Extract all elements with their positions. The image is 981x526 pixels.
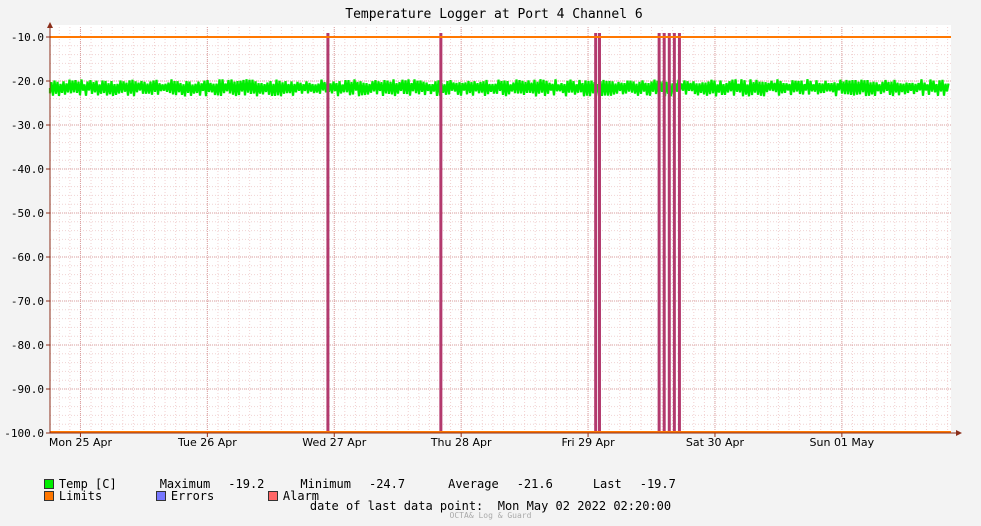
alarm-bar (594, 33, 598, 433)
y-tick-label: -80.0 (11, 339, 44, 352)
credit-text: OCTA& Log & Guard (449, 511, 532, 520)
alarm-bar (672, 33, 676, 433)
temperature-chart: Temperature Logger at Port 4 Channel 6 -… (4, 7, 962, 449)
alarm-bar (677, 33, 681, 433)
y-tick-label: -40.0 (11, 163, 44, 176)
y-tick-label: -70.0 (11, 295, 44, 308)
x-tick-label: Wed 27 Apr (302, 436, 366, 449)
stat-avg-value: -21.6 (516, 477, 553, 491)
y-tick-label: -30.0 (11, 119, 44, 132)
y-tick-label: -20.0 (11, 75, 44, 88)
x-tick-label: Fri 29 Apr (561, 436, 615, 449)
alarm-bar (439, 33, 443, 433)
y-tick-label: -50.0 (11, 207, 44, 220)
alarm-bar (597, 33, 601, 433)
alarm-bar (667, 33, 671, 433)
legend-row-limits: Limits Errors Alarm (15, 475, 319, 503)
y-tick-label: -90.0 (11, 383, 44, 396)
y-tick-label: -100.0 (4, 427, 44, 440)
stat-min-value: -24.7 (368, 477, 406, 491)
alarm-bar (657, 33, 661, 433)
y-tick-label: -60.0 (11, 251, 44, 264)
x-axis-arrow (956, 430, 962, 436)
x-tick-label: Tue 26 Apr (177, 436, 237, 449)
x-tick-label: Thu 28 Apr (430, 436, 492, 449)
x-tick-label: Sat 30 Apr (686, 436, 745, 449)
alarm-bar (662, 33, 666, 433)
stat-last-label: Last (592, 477, 622, 491)
stat-last-value: -19.7 (639, 477, 676, 491)
stat-avg-label: Average (448, 477, 499, 491)
chart-container: Temperature Logger at Port 4 Channel 6 -… (0, 0, 981, 526)
alarm-bar (326, 33, 330, 433)
chart-title: Temperature Logger at Port 4 Channel 6 (345, 7, 642, 22)
y-tick-label: -10.0 (11, 31, 44, 44)
x-tick-label: Sun 01 May (810, 436, 875, 449)
x-tick-label: Mon 25 Apr (49, 436, 113, 449)
